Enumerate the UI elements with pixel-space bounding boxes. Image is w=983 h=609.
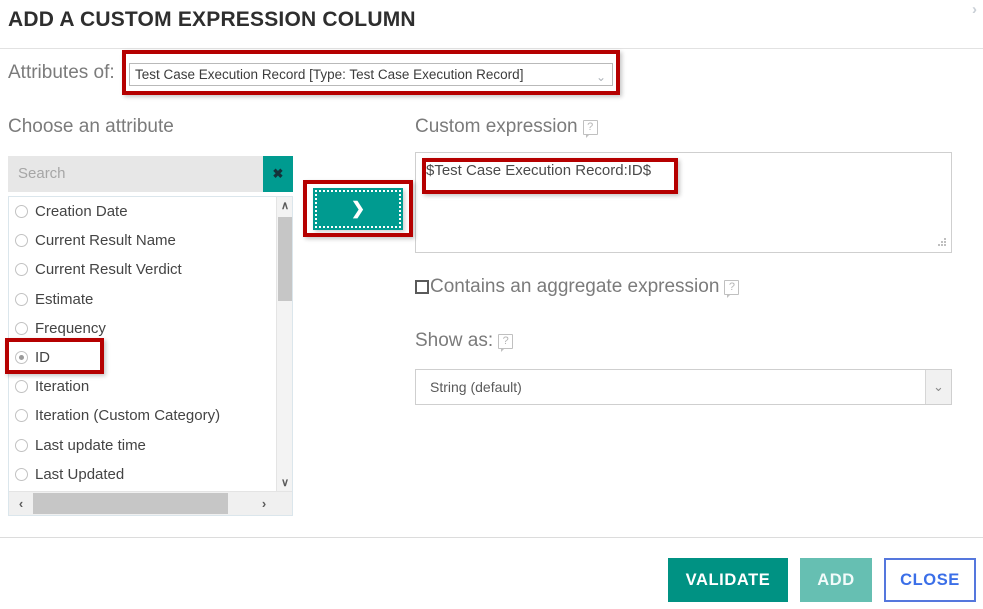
attribute-option-label: Estimate	[35, 290, 94, 308]
help-icon[interactable]: ?	[724, 279, 740, 298]
help-icon[interactable]: ?	[498, 334, 514, 352]
horizontal-scrollbar-thumb[interactable]	[33, 493, 228, 514]
scroll-left-icon[interactable]: ‹	[9, 492, 33, 515]
custom-expression-label-text: Custom expression	[415, 116, 578, 137]
add-button[interactable]: ADD	[800, 558, 872, 602]
attribute-option[interactable]: Iteration	[9, 372, 276, 401]
attribute-option[interactable]: Estimate	[9, 285, 276, 314]
attributes-of-selected-value: Test Case Execution Record [Type: Test C…	[135, 67, 524, 82]
radio-icon[interactable]	[15, 205, 28, 219]
help-icon[interactable]: ?	[582, 120, 598, 138]
close-button[interactable]: CLOSE	[884, 558, 976, 602]
radio-icon[interactable]	[15, 351, 28, 365]
title-divider	[0, 48, 983, 49]
attribute-option-label: Frequency	[35, 319, 106, 337]
radio-icon[interactable]	[15, 321, 28, 335]
radio-icon[interactable]	[15, 380, 28, 394]
footer-divider	[0, 537, 983, 538]
attribute-option[interactable]: Last update time	[9, 431, 276, 460]
show-as-selected-value: String (default)	[430, 379, 522, 395]
attribute-option-label: ID	[35, 349, 50, 367]
aggregate-expression-label: Contains an aggregate expression	[430, 276, 720, 297]
attributes-of-label: Attributes of:	[8, 62, 115, 83]
scrollbar-corner	[276, 492, 292, 515]
attribute-list-panel: Creation Date Current Result Name Current …	[8, 196, 293, 516]
attribute-option-label: Iteration (Custom Category)	[35, 407, 221, 425]
attribute-option[interactable]: Frequency	[9, 314, 276, 343]
radio-icon[interactable]	[15, 438, 28, 452]
add-custom-expression-dialog: ADD A CUSTOM EXPRESSION COLUMN › Attribu…	[0, 0, 983, 609]
chevron-down-icon: ⌄	[595, 70, 606, 84]
attribute-option[interactable]: Iteration (Custom Category)	[9, 401, 276, 430]
attribute-option-label: Last Updated	[35, 465, 125, 483]
attribute-option[interactable]: Current Result Verdict	[9, 255, 276, 284]
attribute-list[interactable]: Creation Date Current Result Name Current …	[9, 197, 277, 491]
scroll-down-icon[interactable]: ∨	[277, 474, 293, 491]
radio-icon[interactable]	[15, 292, 28, 306]
attribute-option-label: Current Result Verdict	[35, 261, 182, 279]
chevron-right-icon[interactable]: ›	[972, 2, 977, 17]
attribute-option[interactable]: Creation Date	[9, 197, 276, 226]
radio-icon[interactable]	[15, 467, 28, 481]
scroll-right-icon[interactable]: ›	[252, 492, 276, 515]
attribute-option[interactable]: Current Result Name	[9, 226, 276, 255]
add-attribute-to-expression-button[interactable]: ❯	[313, 188, 403, 230]
page-title: ADD A CUSTOM EXPRESSION COLUMN	[8, 8, 416, 31]
vertical-scrollbar[interactable]: ∧ ∨	[276, 197, 292, 491]
radio-icon[interactable]	[15, 234, 28, 248]
show-as-select[interactable]: String (default) ⌄	[415, 369, 952, 405]
show-as-label: Show as:?	[415, 330, 514, 352]
attribute-option-label: Iteration	[35, 378, 90, 396]
custom-expression-textarea[interactable]	[415, 152, 952, 253]
aggregate-expression-checkbox[interactable]	[415, 280, 429, 294]
radio-icon[interactable]	[15, 263, 28, 277]
chevron-down-icon[interactable]: ⌄	[925, 370, 951, 404]
custom-expression-label: Custom expression?	[415, 116, 598, 138]
horizontal-scrollbar[interactable]: ‹ ›	[9, 491, 292, 515]
validate-button[interactable]: VALIDATE	[668, 558, 788, 602]
vertical-scrollbar-thumb[interactable]	[278, 217, 292, 301]
radio-icon[interactable]	[15, 409, 28, 423]
aggregate-expression-row[interactable]: Contains an aggregate expression?	[415, 276, 740, 298]
attribute-search: ✖	[8, 156, 293, 192]
attribute-option-label: Creation Date	[35, 203, 128, 221]
attribute-option-label: Last update time	[35, 436, 146, 454]
attribute-option-label: Current Result Name	[35, 232, 176, 250]
clear-search-button[interactable]: ✖	[263, 156, 293, 192]
search-input[interactable]	[8, 156, 263, 192]
show-as-label-text: Show as:	[415, 330, 494, 351]
choose-attribute-heading: Choose an attribute	[8, 116, 174, 137]
attribute-option[interactable]: Last Updated	[9, 460, 276, 489]
scroll-up-icon[interactable]: ∧	[277, 197, 293, 214]
attribute-option[interactable]: ID	[9, 343, 276, 372]
attributes-of-select[interactable]: Test Case Execution Record [Type: Test C…	[129, 63, 613, 86]
